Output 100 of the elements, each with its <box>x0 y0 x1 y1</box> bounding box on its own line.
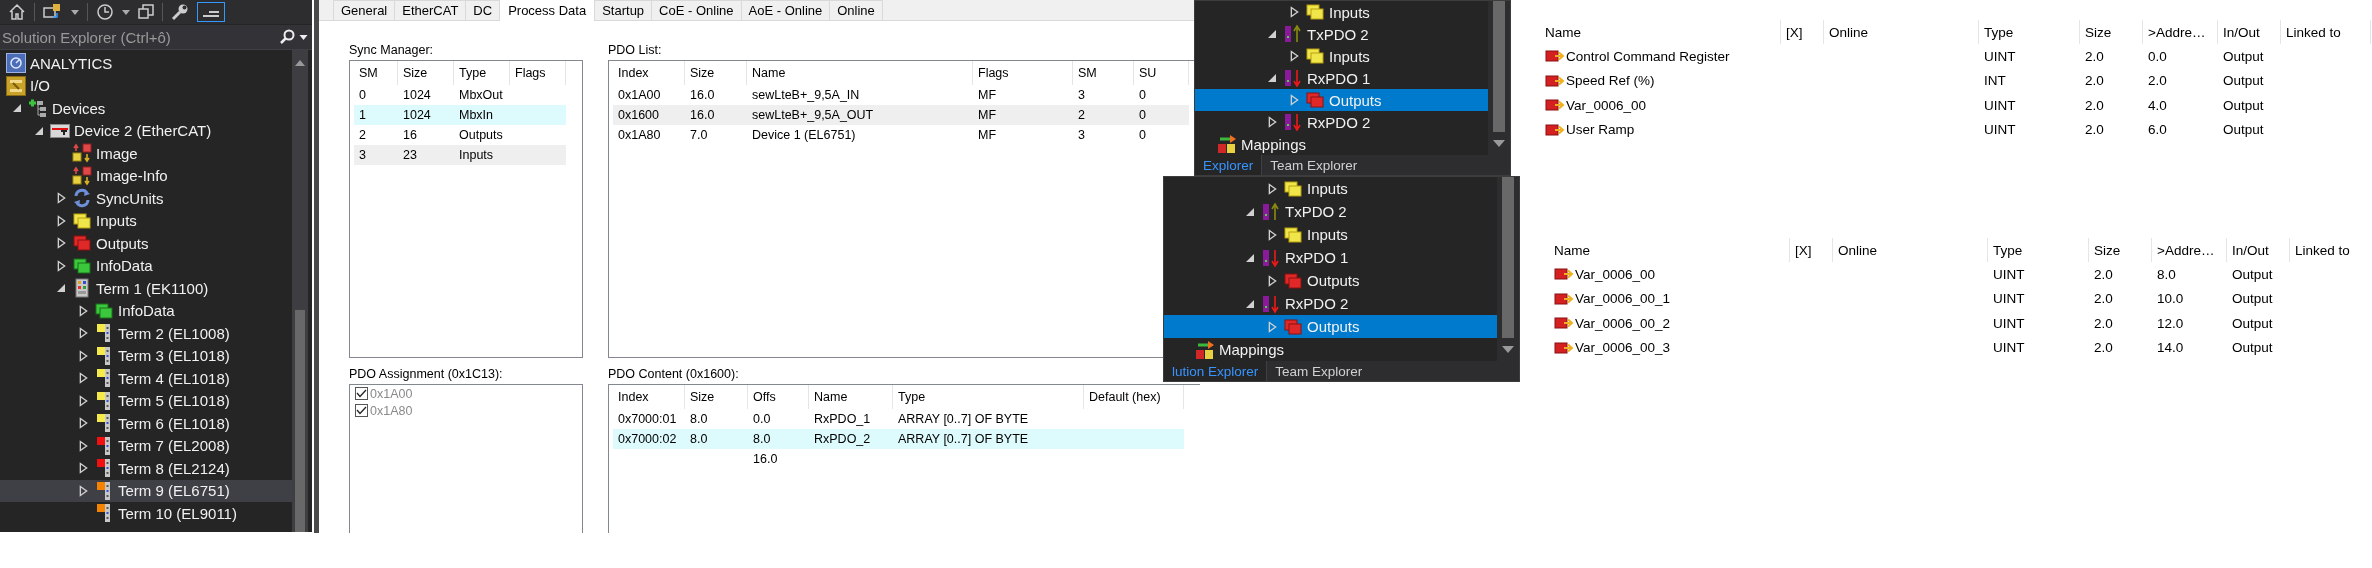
table-row[interactable]: 0x7000:01 8.0 0.0 RxPDO_1 ARRAY [0..7] OF BYTE <box>613 409 1184 429</box>
expand-arrow-icon[interactable] <box>56 259 66 272</box>
windows-icon[interactable] <box>43 3 63 21</box>
expand-arrow-icon[interactable] <box>34 125 44 136</box>
column-header[interactable]: Type <box>893 385 1084 409</box>
tab[interactable]: Explorer <box>1195 155 1262 175</box>
column-header[interactable]: Linked to <box>2290 238 2372 262</box>
expand-arrow-icon[interactable] <box>1289 50 1299 62</box>
tree-item[interactable]: I/O <box>0 74 292 97</box>
expand-arrow-icon[interactable] <box>56 192 66 205</box>
tree-item[interactable]: Term 10 (EL9011) <box>0 502 292 525</box>
column-header[interactable]: Flags <box>973 61 1073 85</box>
table-row[interactable]: 2 16 Outputs <box>354 125 566 145</box>
tree-item[interactable]: Term 5 (EL1018) <box>0 389 292 412</box>
table-row[interactable]: 0x1A00 16.0 sewLteB+_9,5A_IN MF 3 0 <box>613 85 1189 105</box>
column-header[interactable]: In/Out <box>2227 238 2290 262</box>
column-header[interactable]: In/Out <box>2218 20 2281 44</box>
expand-arrow-icon[interactable] <box>78 417 88 430</box>
table-row[interactable]: 0x7000:02 8.0 8.0 RxPDO_2 ARRAY [0..7] OF BYTE <box>613 429 1184 449</box>
column-header[interactable]: Size <box>685 61 747 85</box>
expand-arrow-icon[interactable] <box>1245 298 1255 309</box>
tree-item[interactable]: Devices <box>0 97 292 120</box>
column-header[interactable]: >Addre… <box>2143 20 2218 44</box>
column-header[interactable]: Name <box>1540 20 1781 44</box>
scrollbar[interactable] <box>292 50 308 532</box>
tree-item[interactable]: TxPDO 2 <box>1195 23 1488 45</box>
tab[interactable]: Online <box>829 0 883 20</box>
column-header[interactable]: Flags <box>510 61 566 85</box>
expand-arrow-icon[interactable] <box>78 462 88 475</box>
tree-item[interactable]: Inputs <box>0 209 292 232</box>
expand-arrow-icon[interactable] <box>78 349 88 362</box>
expand-arrow-icon[interactable] <box>1267 274 1277 287</box>
column-header[interactable]: Type <box>1979 20 2080 44</box>
home-icon[interactable] <box>8 3 26 21</box>
scroll-arrow-icon[interactable] <box>1502 346 1514 353</box>
expand-arrow-icon[interactable] <box>1245 206 1255 217</box>
tree-item[interactable]: Term 7 (EL2008) <box>0 434 292 457</box>
expand-arrow-icon[interactable] <box>56 283 66 294</box>
tree-item[interactable]: Term 8 (EL2124) <box>0 457 292 480</box>
clock-icon[interactable] <box>96 3 114 21</box>
column-header[interactable]: Size <box>398 61 454 85</box>
tab[interactable]: Team Explorer <box>1261 155 1366 175</box>
column-header[interactable]: Type <box>1988 238 2089 262</box>
tree-item[interactable]: SyncUnits <box>0 187 292 210</box>
column-header[interactable]: Offs <box>748 385 809 409</box>
column-header[interactable]: [X] <box>1781 20 1824 44</box>
expand-arrow-icon[interactable] <box>56 237 66 250</box>
table-row[interactable]: 3 23 Inputs <box>354 145 566 165</box>
expand-arrow-icon[interactable] <box>78 372 88 385</box>
column-header[interactable]: Index <box>613 385 685 409</box>
expand-arrow-icon[interactable] <box>1267 116 1277 128</box>
scrollbar[interactable] <box>1497 177 1519 361</box>
table-row[interactable]: 0x1600 16.0 sewLteB+_9,5A_OUT MF 2 0 <box>613 105 1189 125</box>
tree-item[interactable]: Term 1 (EK1100) <box>0 277 292 300</box>
expand-arrow-icon[interactable] <box>78 439 88 452</box>
tree-item[interactable]: Mappings <box>1164 338 1497 361</box>
table-row[interactable]: 16.0 <box>613 449 1184 469</box>
search-icon[interactable] <box>279 29 295 45</box>
column-header[interactable]: SM <box>354 61 398 85</box>
tree-item[interactable]: Term 9 (EL6751) <box>0 479 292 502</box>
search-field[interactable]: Solution Explorer (Ctrl+ô) <box>0 25 312 50</box>
caret-icon[interactable] <box>71 9 79 15</box>
caret-icon[interactable] <box>122 9 130 15</box>
tree-item[interactable]: Inputs <box>1195 45 1488 67</box>
table-row[interactable]: 0x1A80 7.0 Device 1 (EL6751) MF 3 0 <box>613 125 1189 145</box>
collapse-icon[interactable] <box>197 2 225 22</box>
scroll-arrow-icon[interactable] <box>1493 140 1505 147</box>
tree-item[interactable]: Outputs <box>1164 269 1497 292</box>
column-header[interactable]: Online <box>1824 20 1979 44</box>
expand-arrow-icon[interactable] <box>1267 182 1277 195</box>
tree-item[interactable]: Outputs <box>1195 89 1488 111</box>
tab[interactable]: Process Data <box>499 0 596 21</box>
column-header[interactable]: Name <box>809 385 893 409</box>
tree-item[interactable]: Inputs <box>1164 177 1497 200</box>
column-header[interactable]: SM <box>1073 61 1134 85</box>
tree-item[interactable]: Image <box>0 142 292 165</box>
expand-arrow-icon[interactable] <box>1267 228 1277 241</box>
column-header[interactable]: Linked to <box>2281 20 2371 44</box>
tree-item[interactable]: RxPDO 2 <box>1195 111 1488 133</box>
tree-item[interactable]: InfoData <box>0 299 292 322</box>
column-header[interactable]: Name <box>747 61 973 85</box>
tab[interactable]: Team Explorer <box>1266 361 1371 381</box>
copy-icon[interactable] <box>138 4 154 20</box>
tree-item[interactable]: TxPDO 2 <box>1164 200 1497 223</box>
tab[interactable]: Startup <box>594 0 653 20</box>
column-header[interactable]: [X] <box>1790 238 1833 262</box>
tree-item[interactable]: Outputs <box>0 232 292 255</box>
wrench-icon[interactable] <box>171 3 189 21</box>
expand-arrow-icon[interactable] <box>78 304 88 317</box>
expand-arrow-icon[interactable] <box>1267 29 1277 39</box>
tree-item[interactable]: RxPDO 1 <box>1164 246 1497 269</box>
column-header[interactable]: Size <box>2089 238 2152 262</box>
scroll-arrow-icon[interactable] <box>295 60 305 66</box>
tree-item[interactable]: Term 4 (EL1018) <box>0 367 292 390</box>
expand-arrow-icon[interactable] <box>78 327 88 340</box>
tree-item[interactable]: Inputs <box>1164 223 1497 246</box>
column-header[interactable]: Online <box>1833 238 1988 262</box>
column-header[interactable]: SU <box>1134 61 1189 85</box>
tree-item[interactable]: Device 2 (EtherCAT) <box>0 119 292 142</box>
caret-icon[interactable] <box>299 34 308 40</box>
